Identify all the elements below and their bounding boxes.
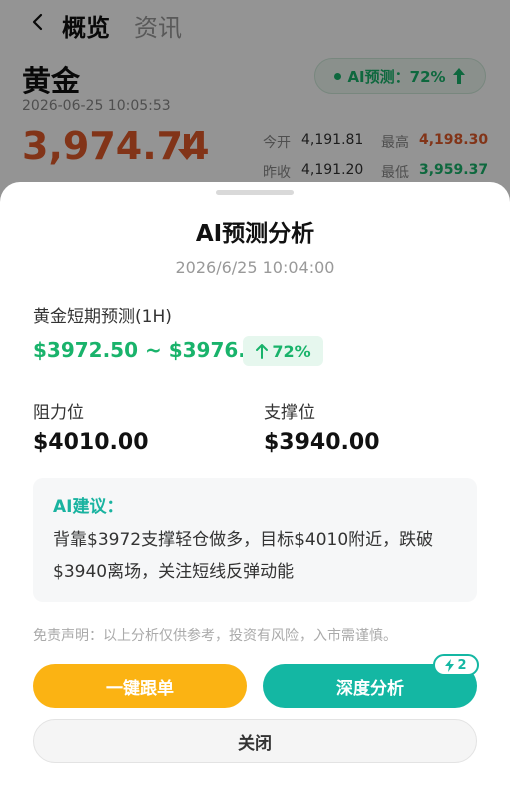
sheet-grabber[interactable] (216, 190, 294, 195)
advice-title: AI建议： (53, 497, 124, 517)
support-label: 支撑位 (264, 403, 315, 423)
ai-analysis-sheet: AI预测分析 2026/6/25 10:04:00 黄金短期预测(1H) $39… (0, 182, 510, 798)
forecast-range: $3972.50 ~ $3976.50 (33, 338, 274, 362)
credits-badge: 2 (433, 654, 479, 676)
advice-text: 背靠$3972支撑轻仓做多，目标$4010附近，跌破$3940离场，关注短线反弹… (53, 530, 434, 582)
resistance-value: $4010.00 (33, 430, 149, 455)
support-value: $3940.00 (264, 430, 380, 455)
follow-order-button[interactable]: 一键跟单 (33, 664, 247, 708)
arrow-up-icon (256, 344, 269, 359)
ai-advice-box: AI建议： 背靠$3972支撑轻仓做多，目标$4010附近，跌破$3940离场，… (33, 478, 477, 602)
probability-badge: 72% (243, 336, 323, 366)
sheet-timestamp: 2026/6/25 10:04:00 (175, 258, 335, 277)
close-button[interactable]: 关闭 (33, 719, 477, 763)
disclaimer: 免责声明：以上分析仅供参考，投资有风险，入市需谨慎。 (33, 628, 397, 644)
lightning-icon (445, 658, 455, 672)
forecast-label: 黄金短期预测(1H) (33, 307, 172, 327)
sheet-title: AI预测分析 (195, 221, 315, 247)
probability-value: 72% (272, 341, 311, 361)
resistance-label: 阻力位 (33, 403, 84, 423)
credits-count: 2 (457, 657, 467, 673)
